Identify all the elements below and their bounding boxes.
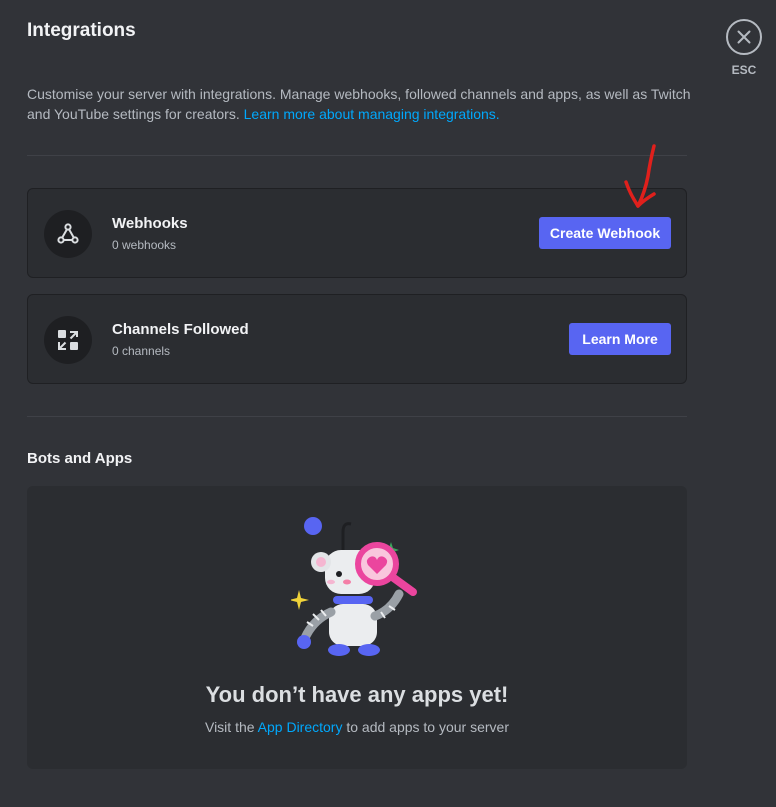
channels-followed-count: 0 channels (112, 344, 171, 358)
no-apps-title: You don’t have any apps yet! (205, 682, 509, 707)
learn-more-button[interactable]: Learn More (569, 323, 671, 355)
webhook-icon-badge (44, 210, 92, 258)
webhooks-title: Webhooks (112, 215, 188, 232)
integrations-description: Customise your server with integrations.… (27, 84, 697, 124)
channels-followed-card: Channels Followed 0 channels Learn More (27, 294, 687, 384)
webhook-icon (57, 223, 79, 244)
robot-mascot-illustration (291, 517, 417, 656)
divider (27, 416, 687, 417)
channels-followed-title: Channels Followed (112, 321, 249, 338)
page-title: Integrations (27, 20, 136, 41)
no-apps-text: Visit the App Directory to add apps to y… (27, 719, 687, 735)
close-icon (737, 30, 751, 44)
managing-integrations-link[interactable]: Learn more about managing integrations. (244, 106, 500, 122)
close-button[interactable] (726, 19, 762, 55)
no-apps-text-after: to add apps to your server (342, 719, 510, 735)
webhooks-count: 0 webhooks (112, 238, 177, 252)
integrations-page: Integrations ESC Customise your server w… (0, 0, 776, 807)
annotation-arrow-icon (624, 144, 656, 208)
apps-empty-state: You don’t have any apps yet! Visit the A… (27, 486, 687, 769)
app-directory-link[interactable]: App Directory (258, 719, 343, 735)
esc-label: ESC (731, 63, 757, 77)
divider (27, 155, 687, 156)
webhooks-card: Webhooks 0 webhooks Create Webhook (27, 188, 687, 278)
channels-followed-icon-badge (44, 316, 92, 364)
create-webhook-button[interactable]: Create Webhook (539, 217, 671, 249)
close-control: ESC (726, 19, 762, 77)
no-apps-text-before: Visit the (204, 719, 258, 735)
bots-and-apps-heading: Bots and Apps (27, 450, 133, 467)
channels-followed-icon (58, 330, 78, 350)
